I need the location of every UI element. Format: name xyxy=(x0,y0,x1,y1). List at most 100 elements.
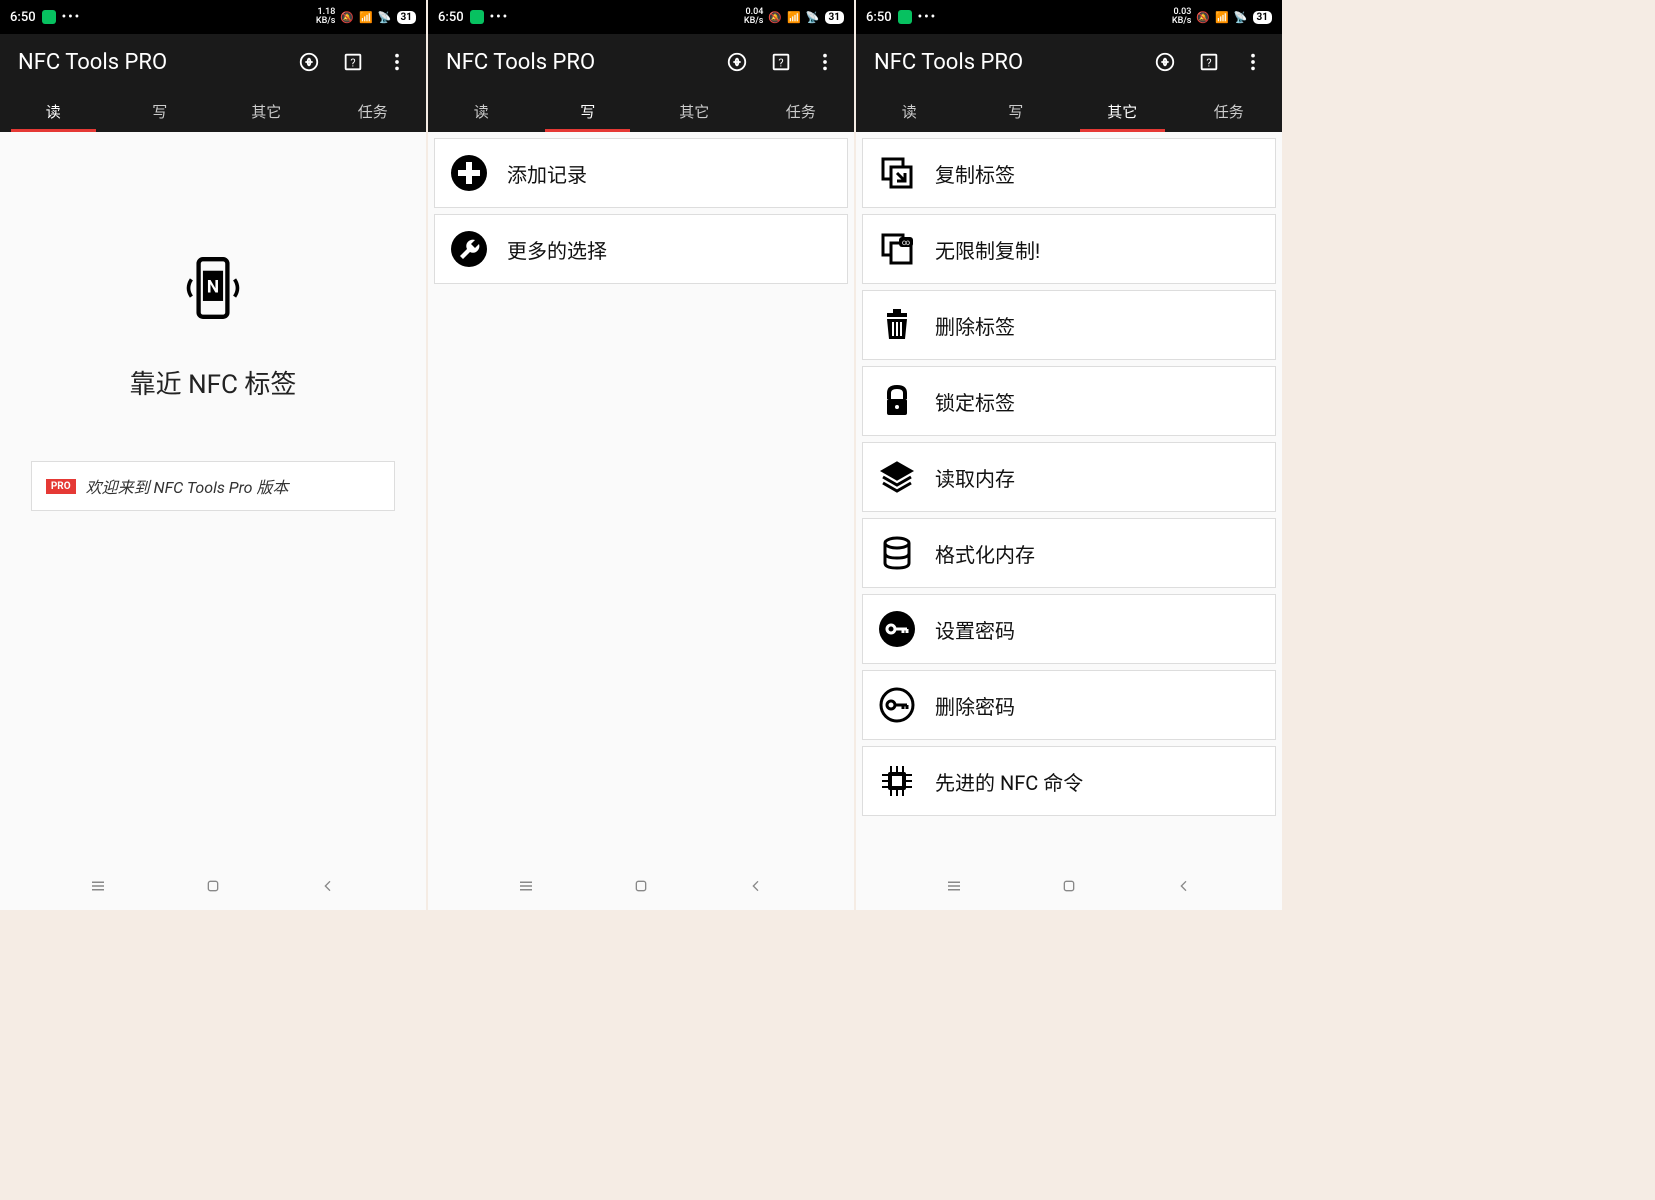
tab-read[interactable]: 读 xyxy=(428,90,535,132)
nav-back-icon[interactable] xyxy=(1174,876,1194,896)
nfc-hero-icon: N xyxy=(177,252,249,324)
lock-icon xyxy=(877,381,917,421)
svg-text:?: ? xyxy=(350,57,355,70)
wechat-icon xyxy=(898,10,912,24)
list-label: 读取内存 xyxy=(935,463,1015,492)
nav-bar xyxy=(0,862,426,910)
help-icon[interactable]: ? xyxy=(770,51,792,73)
network-speed: 1.18KB/s xyxy=(316,8,336,26)
signal-icon: 📶 xyxy=(787,11,801,24)
network-speed: 0.04KB/s xyxy=(744,8,764,26)
tab-read[interactable]: 读 xyxy=(856,90,963,132)
svg-text:?: ? xyxy=(1206,57,1211,70)
welcome-text: 欢迎来到 NFC Tools Pro 版本 xyxy=(86,474,289,498)
nav-recent-icon[interactable] xyxy=(516,876,536,896)
notification-dots: ••• xyxy=(62,10,82,25)
tab-write[interactable]: 写 xyxy=(535,90,642,132)
phone-screen-other: 6:50 ••• 0.03KB/s 🔕 📶 📡 31 NFC Tools PRO… xyxy=(856,0,1282,910)
lock-tag-item[interactable]: 锁定标签 xyxy=(862,366,1276,436)
list-label: 先进的 NFC 命令 xyxy=(935,767,1083,796)
key-circle-icon xyxy=(877,609,917,649)
set-password-item[interactable]: 设置密码 xyxy=(862,594,1276,664)
nav-home-icon[interactable] xyxy=(1059,876,1079,896)
key-outline-icon xyxy=(877,685,917,725)
mute-icon: 🔕 xyxy=(768,11,782,24)
nav-home-icon[interactable] xyxy=(631,876,651,896)
svg-text:?: ? xyxy=(778,57,783,70)
nav-home-icon[interactable] xyxy=(203,876,223,896)
wechat-icon xyxy=(470,10,484,24)
tab-other[interactable]: 其它 xyxy=(1069,90,1176,132)
tab-other[interactable]: 其它 xyxy=(213,90,320,132)
copy-tag-item[interactable]: 复制标签 xyxy=(862,138,1276,208)
help-icon[interactable]: ? xyxy=(342,51,364,73)
help-icon[interactable]: ? xyxy=(1198,51,1220,73)
svg-text:∞: ∞ xyxy=(902,238,910,247)
list-label: 设置密码 xyxy=(935,615,1015,644)
tab-tasks[interactable]: 任务 xyxy=(1176,90,1283,132)
tab-other[interactable]: 其它 xyxy=(641,90,748,132)
pro-badge: PRO xyxy=(46,479,76,494)
wifi-icon: 📡 xyxy=(1234,11,1248,24)
notification-dots: ••• xyxy=(490,10,510,25)
database-icon xyxy=(877,533,917,573)
app-bar: NFC Tools PRO ? xyxy=(428,34,854,90)
nav-recent-icon[interactable] xyxy=(88,876,108,896)
app-title: NFC Tools PRO xyxy=(874,50,1154,75)
delete-tag-item[interactable]: 删除标签 xyxy=(862,290,1276,360)
status-bar: 6:50 ••• 1.18KB/s 🔕 📶 📡 31 xyxy=(0,0,426,34)
tab-bar: 读 写 其它 任务 xyxy=(0,90,426,132)
cast-icon[interactable] xyxy=(298,51,320,73)
signal-icon: 📶 xyxy=(1215,11,1229,24)
list-label: 更多的选择 xyxy=(507,235,607,264)
more-options-item[interactable]: 更多的选择 xyxy=(434,214,848,284)
signal-icon: 📶 xyxy=(359,11,373,24)
cast-icon[interactable] xyxy=(1154,51,1176,73)
svg-text:N: N xyxy=(207,277,219,297)
cast-icon[interactable] xyxy=(726,51,748,73)
status-time: 6:50 xyxy=(438,10,464,25)
nav-recent-icon[interactable] xyxy=(944,876,964,896)
menu-icon[interactable] xyxy=(386,51,408,73)
wifi-icon: 📡 xyxy=(806,11,820,24)
battery-level: 31 xyxy=(825,11,844,24)
add-record-item[interactable]: 添加记录 xyxy=(434,138,848,208)
layers-icon xyxy=(877,457,917,497)
nav-back-icon[interactable] xyxy=(318,876,338,896)
wrench-circle-icon xyxy=(449,229,489,269)
menu-icon[interactable] xyxy=(1242,51,1264,73)
phone-screen-read: 6:50 ••• 1.18KB/s 🔕 📶 📡 31 NFC Tools PRO… xyxy=(0,0,426,910)
tab-bar: 读 写 其它 任务 xyxy=(856,90,1282,132)
list-label: 添加记录 xyxy=(507,159,587,188)
app-bar: NFC Tools PRO ? xyxy=(0,34,426,90)
nav-bar xyxy=(428,862,854,910)
status-bar: 6:50 ••• 0.03KB/s 🔕 📶 📡 31 xyxy=(856,0,1282,34)
read-content: N 靠近 NFC 标签 PRO 欢迎来到 NFC Tools Pro 版本 xyxy=(0,132,426,862)
list-label: 删除密码 xyxy=(935,691,1015,720)
remove-password-item[interactable]: 删除密码 xyxy=(862,670,1276,740)
infinite-copy-item[interactable]: ∞ 无限制复制! xyxy=(862,214,1276,284)
list-label: 无限制复制! xyxy=(935,235,1040,264)
trash-icon xyxy=(877,305,917,345)
phone-screen-write: 6:50 ••• 0.04KB/s 🔕 📶 📡 31 NFC Tools PRO… xyxy=(428,0,854,910)
copy-icon xyxy=(877,153,917,193)
tab-read[interactable]: 读 xyxy=(0,90,107,132)
list-label: 删除标签 xyxy=(935,311,1015,340)
status-bar: 6:50 ••• 0.04KB/s 🔕 📶 📡 31 xyxy=(428,0,854,34)
nav-bar xyxy=(856,862,1282,910)
tab-tasks[interactable]: 任务 xyxy=(320,90,427,132)
welcome-card[interactable]: PRO 欢迎来到 NFC Tools Pro 版本 xyxy=(31,461,395,511)
write-content: 添加记录 更多的选择 xyxy=(428,132,854,862)
network-speed: 0.03KB/s xyxy=(1172,8,1192,26)
wifi-icon: 📡 xyxy=(378,11,392,24)
read-memory-item[interactable]: 读取内存 xyxy=(862,442,1276,512)
other-content: 复制标签 ∞ 无限制复制! 删除标签 锁定标签 读取内存 格式化内存 设置密码 xyxy=(856,132,1282,862)
tab-write[interactable]: 写 xyxy=(107,90,214,132)
list-label: 格式化内存 xyxy=(935,539,1035,568)
menu-icon[interactable] xyxy=(814,51,836,73)
format-memory-item[interactable]: 格式化内存 xyxy=(862,518,1276,588)
nav-back-icon[interactable] xyxy=(746,876,766,896)
tab-tasks[interactable]: 任务 xyxy=(748,90,855,132)
tab-write[interactable]: 写 xyxy=(963,90,1070,132)
advanced-nfc-item[interactable]: 先进的 NFC 命令 xyxy=(862,746,1276,816)
